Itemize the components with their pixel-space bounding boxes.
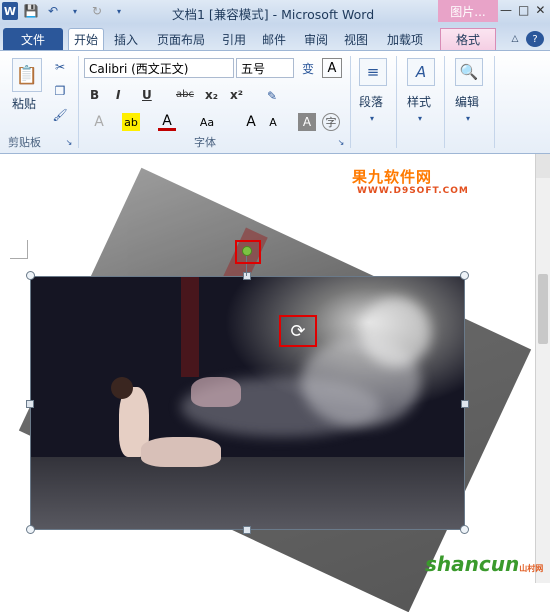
quick-access-toolbar: W 💾 ↶ ▾ ↻ ▾ [2, 2, 128, 20]
paste-button[interactable]: 粘贴 [12, 95, 36, 112]
close-icon[interactable]: ✕ [535, 3, 545, 17]
character-border-icon[interactable]: A [322, 58, 342, 78]
scroll-thumb[interactable] [538, 274, 548, 344]
highlight-color-icon[interactable]: ab [122, 113, 140, 131]
chevron-down-icon[interactable]: ▾ [367, 113, 377, 123]
strikethrough-button[interactable]: abc [176, 89, 194, 100]
font-group-label: 字体 [194, 136, 216, 149]
watermark-bottom-text: shancun [425, 552, 520, 576]
chevron-down-icon[interactable]: ▾ [66, 2, 84, 20]
word-logo-icon: W [2, 2, 18, 20]
bold-button[interactable]: B [90, 88, 99, 102]
text-effects-icon[interactable]: A [90, 113, 108, 131]
dialog-launcher-icon[interactable]: ↘ [336, 137, 346, 147]
paste-icon[interactable]: 📋 [12, 58, 42, 92]
customize-qat-icon[interactable]: ▾ [110, 2, 128, 20]
tab-view[interactable]: 视图 [340, 28, 372, 50]
watermark-bottom: shancun山村网 [425, 552, 543, 576]
save-icon[interactable]: 💾 [22, 2, 40, 20]
enclose-characters-icon[interactable]: 字 [322, 113, 340, 131]
margin-mark [10, 258, 28, 259]
tab-insert[interactable]: 插入 [110, 28, 142, 50]
watermark-logo: 果九软件网 [352, 168, 433, 186]
dialog-launcher-icon[interactable]: ↘ [64, 137, 74, 147]
separator [494, 56, 495, 148]
font-size-select[interactable]: 五号 [236, 58, 294, 78]
ribbon-home: 📋 粘贴 ✂ ❐ 🖌 剪贴板 ↘ Calibri (西文正文) 五号 变 A B… [0, 51, 550, 154]
tab-page-layout[interactable]: 页面布局 [152, 28, 210, 50]
font-color-icon[interactable]: A [158, 113, 176, 131]
change-case-icon[interactable]: Aa [198, 113, 216, 131]
subscript-button[interactable]: x₂ [205, 88, 218, 102]
window-controls: — □ ✕ [500, 3, 545, 17]
restore-icon[interactable]: □ [518, 3, 529, 17]
format-painter-icon[interactable]: 🖌 [52, 107, 68, 123]
tab-references[interactable]: 引用 [218, 28, 250, 50]
separator [444, 56, 445, 148]
character-shading-icon[interactable]: A [298, 113, 316, 131]
tab-review[interactable]: 审阅 [300, 28, 332, 50]
vertical-scrollbar[interactable] [535, 154, 550, 583]
watermark-bottom-small: 山村网 [519, 564, 544, 573]
tab-format[interactable]: 格式 [440, 28, 496, 50]
styles-button[interactable]: 样式 [407, 93, 431, 110]
grow-font-icon[interactable]: A [242, 113, 260, 131]
font-name-select[interactable]: Calibri (西文正文) [84, 58, 234, 78]
editing-button[interactable]: 编辑 [455, 93, 479, 110]
phonetic-guide-icon[interactable]: 变 [298, 58, 318, 78]
resize-handle-bottom-right[interactable] [460, 525, 469, 534]
resize-handle-right[interactable] [461, 400, 469, 408]
paragraph-icon[interactable]: ≡ [359, 58, 387, 86]
ruler-toggle-icon[interactable] [536, 154, 550, 178]
copy-icon[interactable]: ❐ [52, 83, 68, 99]
underline-button[interactable]: U [142, 88, 152, 102]
separator [350, 56, 351, 148]
tab-home[interactable]: 开始 [68, 28, 104, 50]
redo-icon[interactable]: ↻ [88, 2, 106, 20]
separator [78, 56, 79, 148]
clipboard-group-label: 剪贴板 [8, 136, 41, 149]
selected-picture[interactable] [30, 276, 465, 530]
tab-mailings[interactable]: 邮件 [258, 28, 290, 50]
chevron-down-icon[interactable]: ▾ [463, 113, 473, 123]
watermark-url: WWW.D9SOFT.COM [357, 186, 469, 196]
shrink-font-icon[interactable]: A [264, 113, 282, 131]
styles-icon[interactable]: A [407, 58, 435, 86]
resize-handle-top-right[interactable] [460, 271, 469, 280]
paragraph-button[interactable]: 段落 [359, 93, 383, 110]
rotate-cursor-icon: ⟳ [279, 315, 317, 347]
undo-icon[interactable]: ↶ [44, 2, 62, 20]
chevron-down-icon[interactable]: ▾ [415, 113, 425, 123]
find-icon[interactable]: 🔍 [455, 58, 483, 86]
minimize-icon[interactable]: — [500, 3, 512, 17]
ribbon-tabs: 文件 开始 插入 页面布局 引用 邮件 审阅 视图 加载项 格式 △ ? [0, 24, 550, 51]
resize-handle-top-left[interactable] [26, 271, 35, 280]
italic-button[interactable]: I [116, 88, 120, 102]
resize-handle-bottom-left[interactable] [26, 525, 35, 534]
clear-formatting-icon[interactable]: ✎ [262, 86, 282, 106]
minimize-ribbon-icon[interactable]: △ [508, 28, 522, 50]
cut-icon[interactable]: ✂ [52, 59, 68, 75]
highlight-box [235, 240, 261, 264]
margin-mark [27, 240, 28, 258]
title-bar: W 💾 ↶ ▾ ↻ ▾ 文档1 [兼容模式] - Microsoft Word … [0, 0, 550, 24]
resize-handle-top[interactable] [243, 272, 251, 280]
tab-file[interactable]: 文件 [3, 28, 63, 50]
resize-handle-bottom[interactable] [243, 526, 251, 534]
superscript-button[interactable]: x² [230, 88, 243, 102]
picture-tools-context-label: 图片... [438, 0, 498, 22]
separator [396, 56, 397, 148]
window-title: 文档1 [兼容模式] - Microsoft Word [172, 7, 375, 22]
tab-addins[interactable]: 加载项 [382, 28, 428, 50]
resize-handle-left[interactable] [26, 400, 34, 408]
help-icon[interactable]: ? [526, 31, 544, 47]
